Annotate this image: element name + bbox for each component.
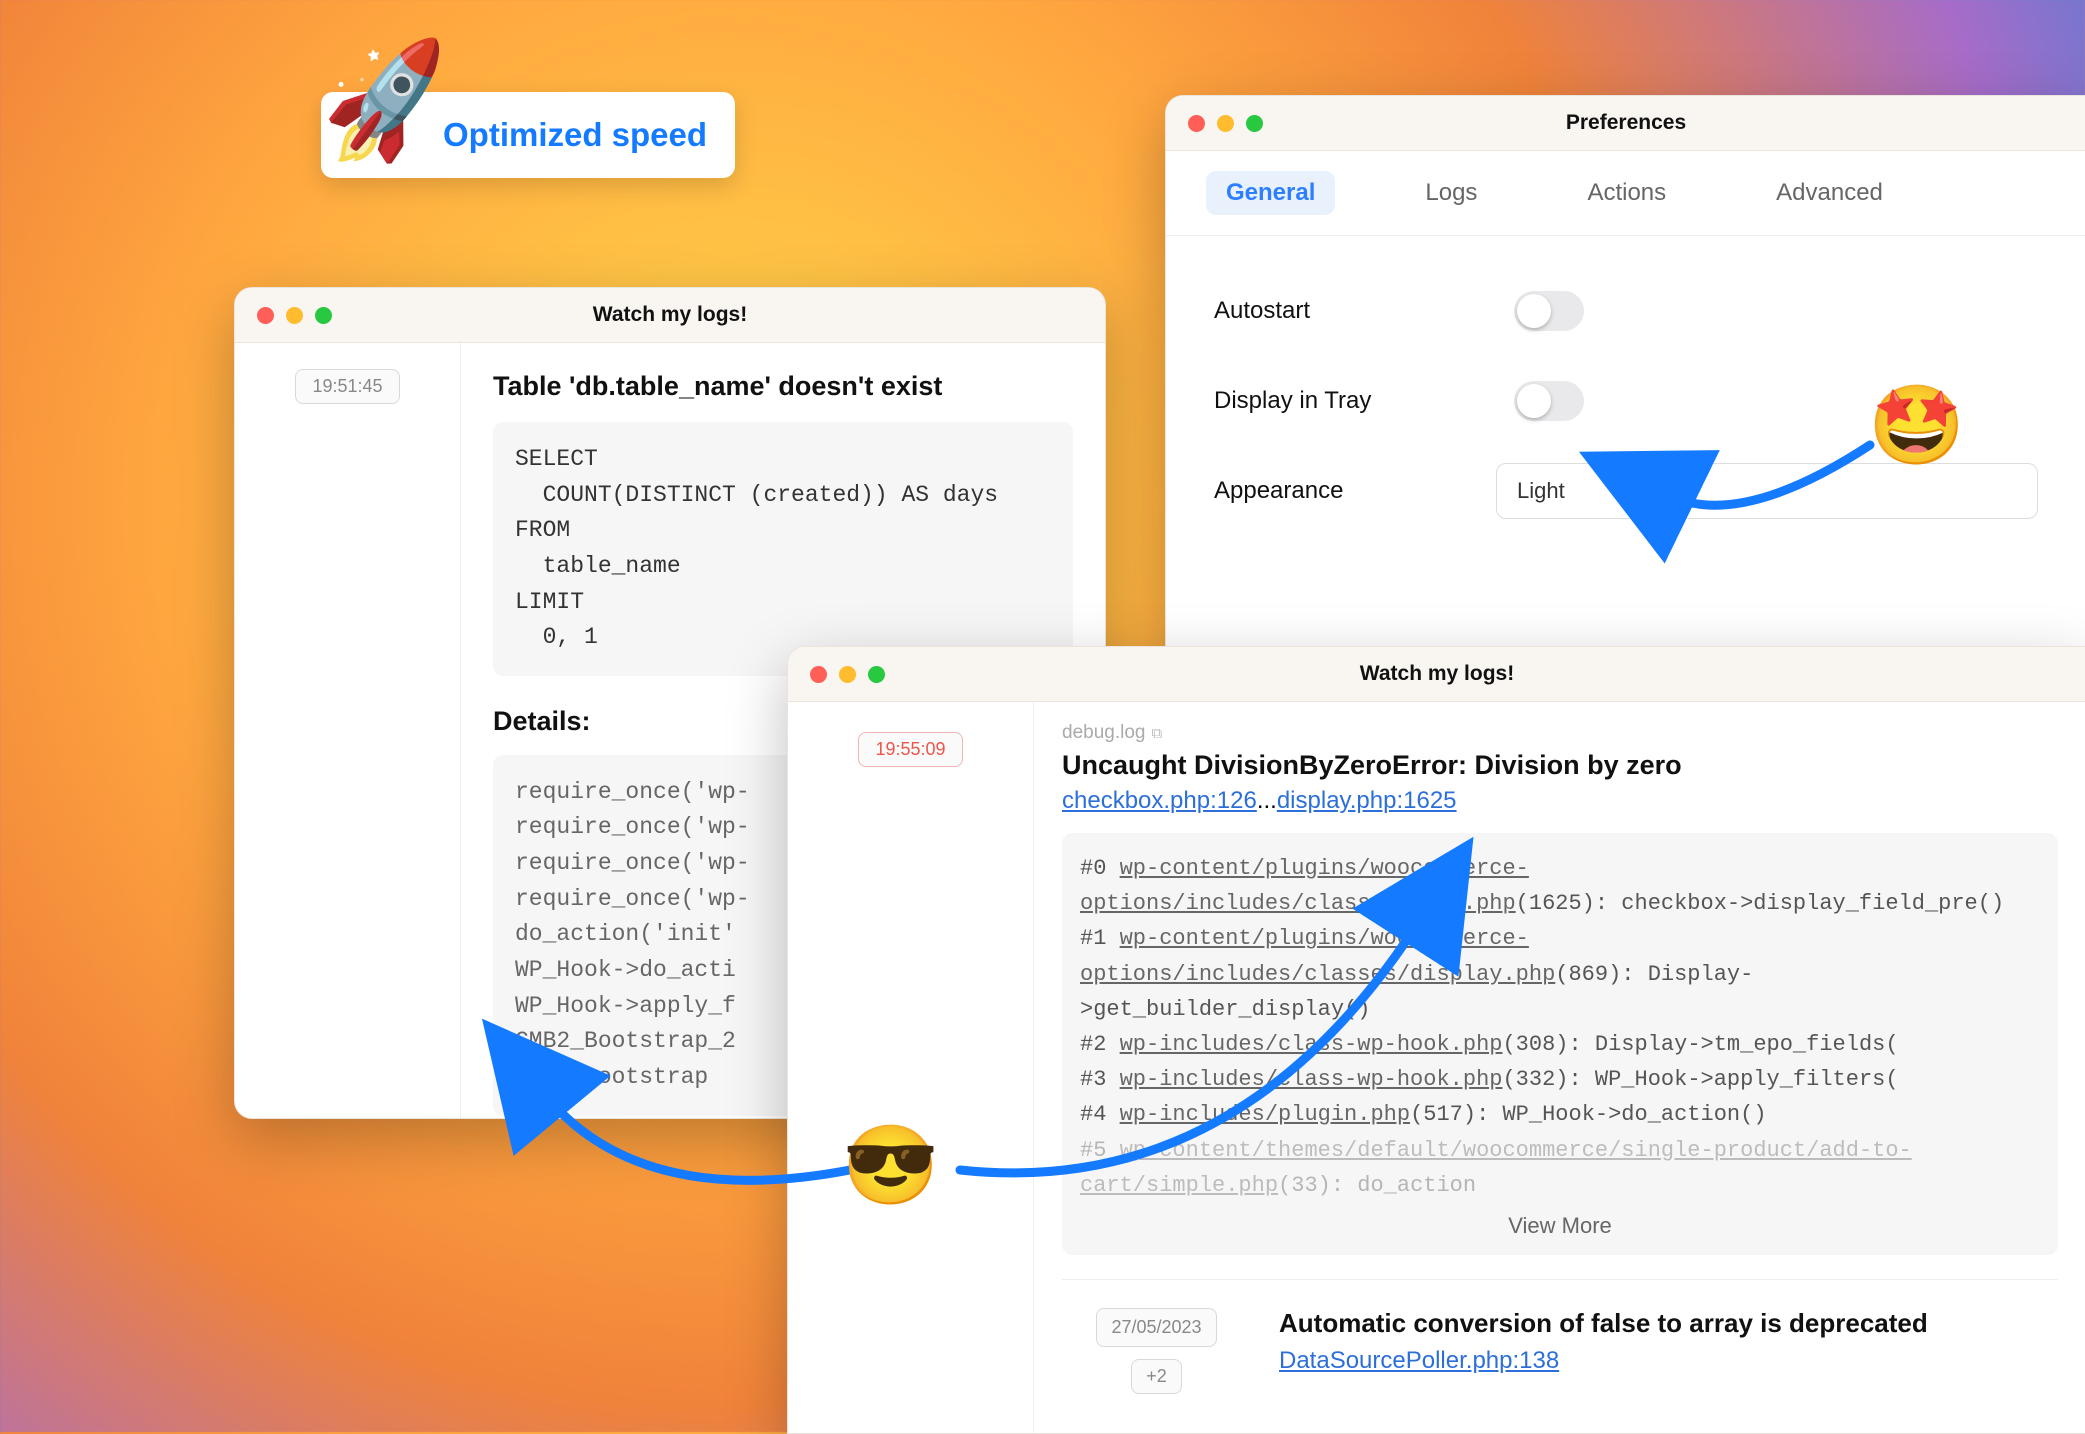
tab-advanced[interactable]: Advanced xyxy=(1756,171,1903,215)
rocket-icon: 🚀 xyxy=(312,31,463,175)
error-link-1[interactable]: checkbox.php:126 xyxy=(1062,787,1257,814)
error-heading: Uncaught DivisionByZeroError: Division b… xyxy=(1062,750,2058,781)
sql-code-block[interactable]: SELECT COUNT(DISTINCT (created)) AS days… xyxy=(493,422,1073,676)
entry2-sidebar: 27/05/2023 +2 xyxy=(1034,1308,1251,1394)
log-entry-2: 27/05/2023 +2 Automatic conversion of fa… xyxy=(1062,1279,2058,1394)
entry2-heading: Automatic conversion of false to array i… xyxy=(1279,1308,2058,1339)
minimize-icon[interactable] xyxy=(1217,115,1234,132)
maximize-icon[interactable] xyxy=(1246,115,1263,132)
traffic-lights xyxy=(1188,115,1263,132)
date-badge[interactable]: 27/05/2023 xyxy=(1096,1308,1216,1347)
error-links: checkbox.php:126...display.php:1625 xyxy=(1062,787,2058,815)
autostart-toggle[interactable] xyxy=(1514,291,1584,331)
sunglasses-emoji-icon: 😎 xyxy=(842,1120,939,1212)
window-title: Watch my logs! xyxy=(235,303,1105,327)
close-icon[interactable] xyxy=(1188,115,1205,132)
optimized-speed-label: Optimized speed xyxy=(443,116,707,154)
error-link-2[interactable]: display.php:1625 xyxy=(1277,787,1457,814)
stack-trace-block[interactable]: #0 wp-content/plugins/woocommerce-option… xyxy=(1062,833,2058,1255)
log-sidebar: 19:55:09 xyxy=(788,702,1034,1434)
external-link-icon: ⧉ xyxy=(1151,725,1162,742)
maximize-icon[interactable] xyxy=(315,307,332,324)
titlebar[interactable]: Watch my logs! xyxy=(235,288,1105,343)
entry2-link[interactable]: DataSourcePoller.php:138 xyxy=(1279,1347,1559,1374)
timestamp-badge[interactable]: 19:51:45 xyxy=(295,369,399,404)
log-file-label[interactable]: debug.log ⧉ xyxy=(1062,722,2058,744)
star-struck-emoji-icon: 🤩 xyxy=(1868,380,1965,472)
link-separator: ... xyxy=(1257,787,1277,814)
window-title: Preferences xyxy=(1166,111,2085,135)
appearance-label: Appearance xyxy=(1214,477,1496,505)
preferences-tabs: General Logs Actions Advanced xyxy=(1166,151,2085,236)
titlebar[interactable]: Preferences xyxy=(1166,96,2085,151)
window-title: Watch my logs! xyxy=(788,662,2085,686)
minimize-icon[interactable] xyxy=(286,307,303,324)
view-more-button[interactable]: View More xyxy=(1062,1208,2058,1243)
pref-row-autostart: Autostart xyxy=(1214,266,2038,356)
display-tray-label: Display in Tray xyxy=(1214,387,1514,415)
close-icon[interactable] xyxy=(810,666,827,683)
maximize-icon[interactable] xyxy=(868,666,885,683)
timestamp-badge[interactable]: 19:55:09 xyxy=(858,732,962,767)
minimize-icon[interactable] xyxy=(839,666,856,683)
log-sidebar: 19:51:45 xyxy=(235,343,461,1119)
log-file-name: debug.log xyxy=(1062,722,1145,744)
display-tray-toggle[interactable] xyxy=(1514,381,1584,421)
tab-general[interactable]: General xyxy=(1206,171,1335,215)
traffic-lights xyxy=(257,307,332,324)
error-heading: Table 'db.table_name' doesn't exist xyxy=(493,371,1073,402)
tab-actions[interactable]: Actions xyxy=(1567,171,1686,215)
tab-logs[interactable]: Logs xyxy=(1405,171,1497,215)
window-logs-2: Watch my logs! 19:55:09 debug.log ⧉ Unca… xyxy=(787,646,2085,1434)
traffic-lights xyxy=(810,666,885,683)
titlebar[interactable]: Watch my logs! xyxy=(788,647,2085,702)
window-preferences: Preferences General Logs Actions Advance… xyxy=(1165,95,2085,657)
count-badge[interactable]: +2 xyxy=(1131,1359,1182,1394)
close-icon[interactable] xyxy=(257,307,274,324)
log-content: debug.log ⧉ Uncaught DivisionByZeroError… xyxy=(1034,702,2085,1434)
autostart-label: Autostart xyxy=(1214,297,1514,325)
